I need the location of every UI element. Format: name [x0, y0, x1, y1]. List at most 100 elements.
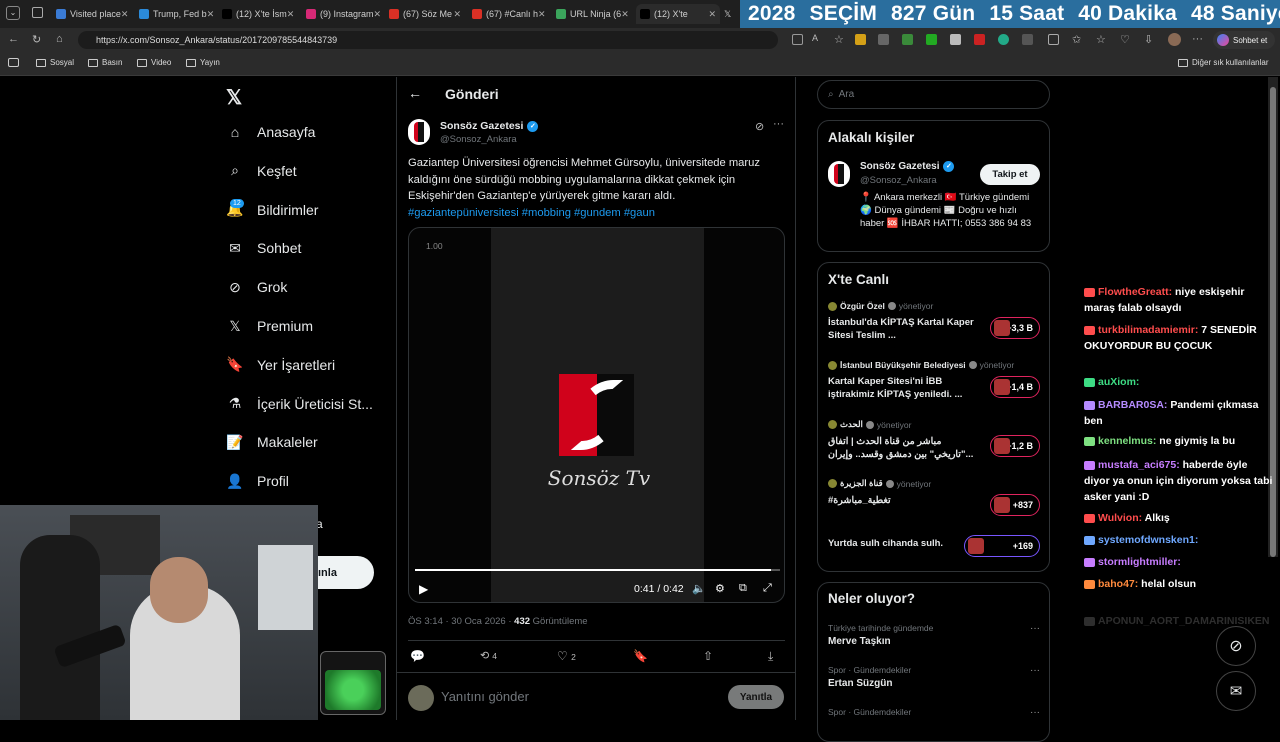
downloads-icon[interactable]: ⇩	[1144, 33, 1153, 46]
author-handle[interactable]: @Sonsoz_Ankara	[440, 134, 517, 145]
live-listeners-pill[interactable]: +1,2 B	[990, 435, 1040, 457]
nav-item-sohbet[interactable]: ✉ Sohbet	[226, 239, 301, 257]
retweet-button[interactable]: ⟲ 4	[480, 649, 497, 662]
close-tab-icon[interactable]: ✕	[374, 9, 382, 20]
related-name-row[interactable]: Sonsöz Gazetesi ✓	[860, 161, 955, 172]
live-listeners-pill[interactable]: +3,3 B	[990, 317, 1040, 339]
bookmark-folder-yayin[interactable]: Yayın	[186, 58, 220, 67]
live-listeners-pill[interactable]: +837	[990, 494, 1040, 516]
back-arrow-icon[interactable]: ←	[408, 85, 422, 101]
nav-item-yer-i-şaretleri[interactable]: 🔖 Yer İşaretleri	[226, 356, 335, 374]
reply-input[interactable]: Yanıtını gönder	[441, 689, 529, 704]
pip-icon[interactable]: ⧉	[739, 582, 747, 595]
bookmark-folder-basin[interactable]: Basın	[88, 58, 122, 67]
video-player[interactable]: 1.00 Sonsöz Tv ▶ 0:41 / 0:42 🔈 ⚙ ⧉ ⤢	[408, 227, 785, 603]
extension-icon[interactable]	[974, 34, 985, 45]
close-tab-icon[interactable]: ✕	[621, 9, 629, 20]
post-hashtags[interactable]: #gaziantepüniversitesi #mobbing #gundem …	[408, 207, 655, 219]
trend-item[interactable]: Spor · Gündemdekiler ···	[828, 707, 1040, 720]
grok-float-icon[interactable]: ⊘	[1216, 626, 1256, 666]
copilot-chat-button[interactable]: Sohbet et	[1213, 31, 1275, 49]
bookmark-folder-sosyal[interactable]: Sosyal	[36, 58, 74, 67]
trend-item[interactable]: Spor · Gündemdekiler Ertan Süzgün ···	[828, 665, 1040, 689]
split-screen-icon[interactable]	[1048, 34, 1059, 45]
profile-avatar[interactable]	[1168, 33, 1181, 46]
browser-tab[interactable]: (12) X'te ✕	[636, 4, 720, 24]
more-options-icon[interactable]: ···	[773, 118, 784, 130]
other-bookmarks[interactable]: Diğer sık kullanılanlar	[1178, 58, 1268, 67]
close-tab-icon[interactable]: ✕	[207, 9, 215, 20]
close-tab-icon[interactable]: ✕	[453, 9, 461, 20]
share-icon[interactable]: ⇧	[703, 649, 713, 663]
close-tab-icon[interactable]: ✕	[121, 9, 129, 20]
nav-item-grok[interactable]: ⊘ Grok	[226, 278, 287, 296]
follow-button[interactable]: Takip et	[980, 164, 1040, 185]
extension-icon[interactable]	[878, 34, 889, 45]
nav-item-anasayfa[interactable]: ⌂ Anasayfa	[226, 123, 316, 141]
workspaces-icon[interactable]	[32, 7, 43, 18]
read-aloud-icon[interactable]: A	[812, 33, 818, 43]
bookmark-icon[interactable]: 🔖	[633, 649, 648, 663]
extension-icon[interactable]	[902, 34, 913, 45]
chat-user: kennelmus:	[1098, 435, 1157, 447]
extension-icon[interactable]	[1022, 34, 1033, 45]
collections-icon[interactable]: ☆	[1096, 33, 1106, 46]
like-button[interactable]: ♡ 2	[557, 649, 576, 663]
extension-icon[interactable]	[926, 34, 937, 45]
nav-item-premium[interactable]: 𝕏 Premium	[226, 317, 313, 335]
volume-icon[interactable]: 🔈	[692, 582, 706, 595]
bookmark-folder-video[interactable]: Video	[137, 58, 171, 67]
app-icon[interactable]	[792, 34, 803, 45]
settings-gear-icon[interactable]: ⚙	[715, 582, 725, 595]
author-avatar[interactable]	[408, 119, 430, 145]
close-tab-icon[interactable]: ✕	[287, 9, 295, 20]
messages-float-icon[interactable]: ✉	[1216, 671, 1256, 711]
back-arrow-icon[interactable]: ←	[8, 33, 19, 45]
nav-item-makaleler[interactable]: 📝 Makaleler	[226, 433, 317, 451]
extension-icon[interactable]	[855, 34, 866, 45]
favorites-icon[interactable]: ✩	[1072, 33, 1081, 46]
more-menu-icon[interactable]: ···	[1192, 33, 1203, 45]
trend-item[interactable]: Türkiye tarihinde gündemde Merve Taşkın ··…	[828, 623, 1040, 647]
heart-icon[interactable]: ♡	[1120, 33, 1130, 46]
trend-more-icon[interactable]: ···	[1030, 665, 1040, 676]
related-avatar[interactable]	[828, 161, 850, 187]
play-icon[interactable]: ▶	[419, 582, 428, 596]
grok-icon[interactable]: ⊘	[755, 120, 764, 133]
fullscreen-icon[interactable]: ⤢	[763, 582, 772, 595]
close-tab-icon[interactable]: ✕	[708, 9, 716, 20]
related-name: Sonsöz Gazetesi	[860, 161, 940, 172]
reply-submit-button[interactable]: Yanıtla	[728, 685, 784, 709]
live-listeners-pill[interactable]: +1,4 B	[990, 376, 1040, 398]
browser-tab[interactable]: (9) Instagram ✕	[302, 4, 382, 24]
video-progress-track[interactable]	[415, 569, 780, 571]
browser-tab[interactable]: URL Ninja (6 ✕	[552, 4, 632, 24]
browser-tab[interactable]: (67) #Canlı h ✕	[468, 4, 548, 24]
x-logo-icon[interactable]: 𝕏	[226, 85, 242, 110]
trend-more-icon[interactable]: ···	[1030, 707, 1040, 718]
browser-tab[interactable]: Trump, Fed b ✕	[135, 4, 215, 24]
browser-tab[interactable]: (12) X'te İsm ✕	[218, 4, 298, 24]
close-tab-icon[interactable]: ✕	[538, 9, 546, 20]
nav-item-keşfet[interactable]: ⌕ Keşfet	[226, 162, 297, 180]
tab-list-icon[interactable]: ⌄	[6, 6, 20, 20]
extension-icon[interactable]	[950, 34, 961, 45]
tab-favicon-icon	[139, 9, 149, 19]
search-input[interactable]: ⌕ Ara	[817, 80, 1050, 109]
refresh-icon[interactable]: ↻	[32, 33, 41, 46]
home-browser-icon[interactable]: ⌂	[56, 33, 63, 45]
trend-more-icon[interactable]: ···	[1030, 623, 1040, 634]
nav-item-profil[interactable]: 👤 Profil	[226, 472, 289, 490]
nav-item-i-çerik-üreticisi-st-[interactable]: ⚗ İçerik Üreticisi St...	[226, 395, 373, 413]
browser-tab[interactable]: Visited place ✕	[52, 4, 132, 24]
extension-icon[interactable]	[998, 34, 1009, 45]
favorite-star-icon[interactable]: ☆	[834, 33, 844, 46]
download-icon[interactable]: ⤓	[768, 649, 773, 664]
bookmark-app-icon[interactable]	[8, 58, 19, 67]
reply-icon[interactable]: 💬	[410, 649, 425, 663]
x-tab-icon[interactable]: 𝕏	[720, 4, 740, 24]
live-listeners-pill[interactable]: +169	[964, 535, 1040, 557]
browser-tab[interactable]: (67) Söz Me ✕	[385, 4, 465, 24]
author-name-row[interactable]: Sonsöz Gazetesi ✓	[440, 120, 539, 132]
url-field[interactable]: https://x.com/Sonsoz_Ankara/status/20172…	[78, 31, 778, 49]
